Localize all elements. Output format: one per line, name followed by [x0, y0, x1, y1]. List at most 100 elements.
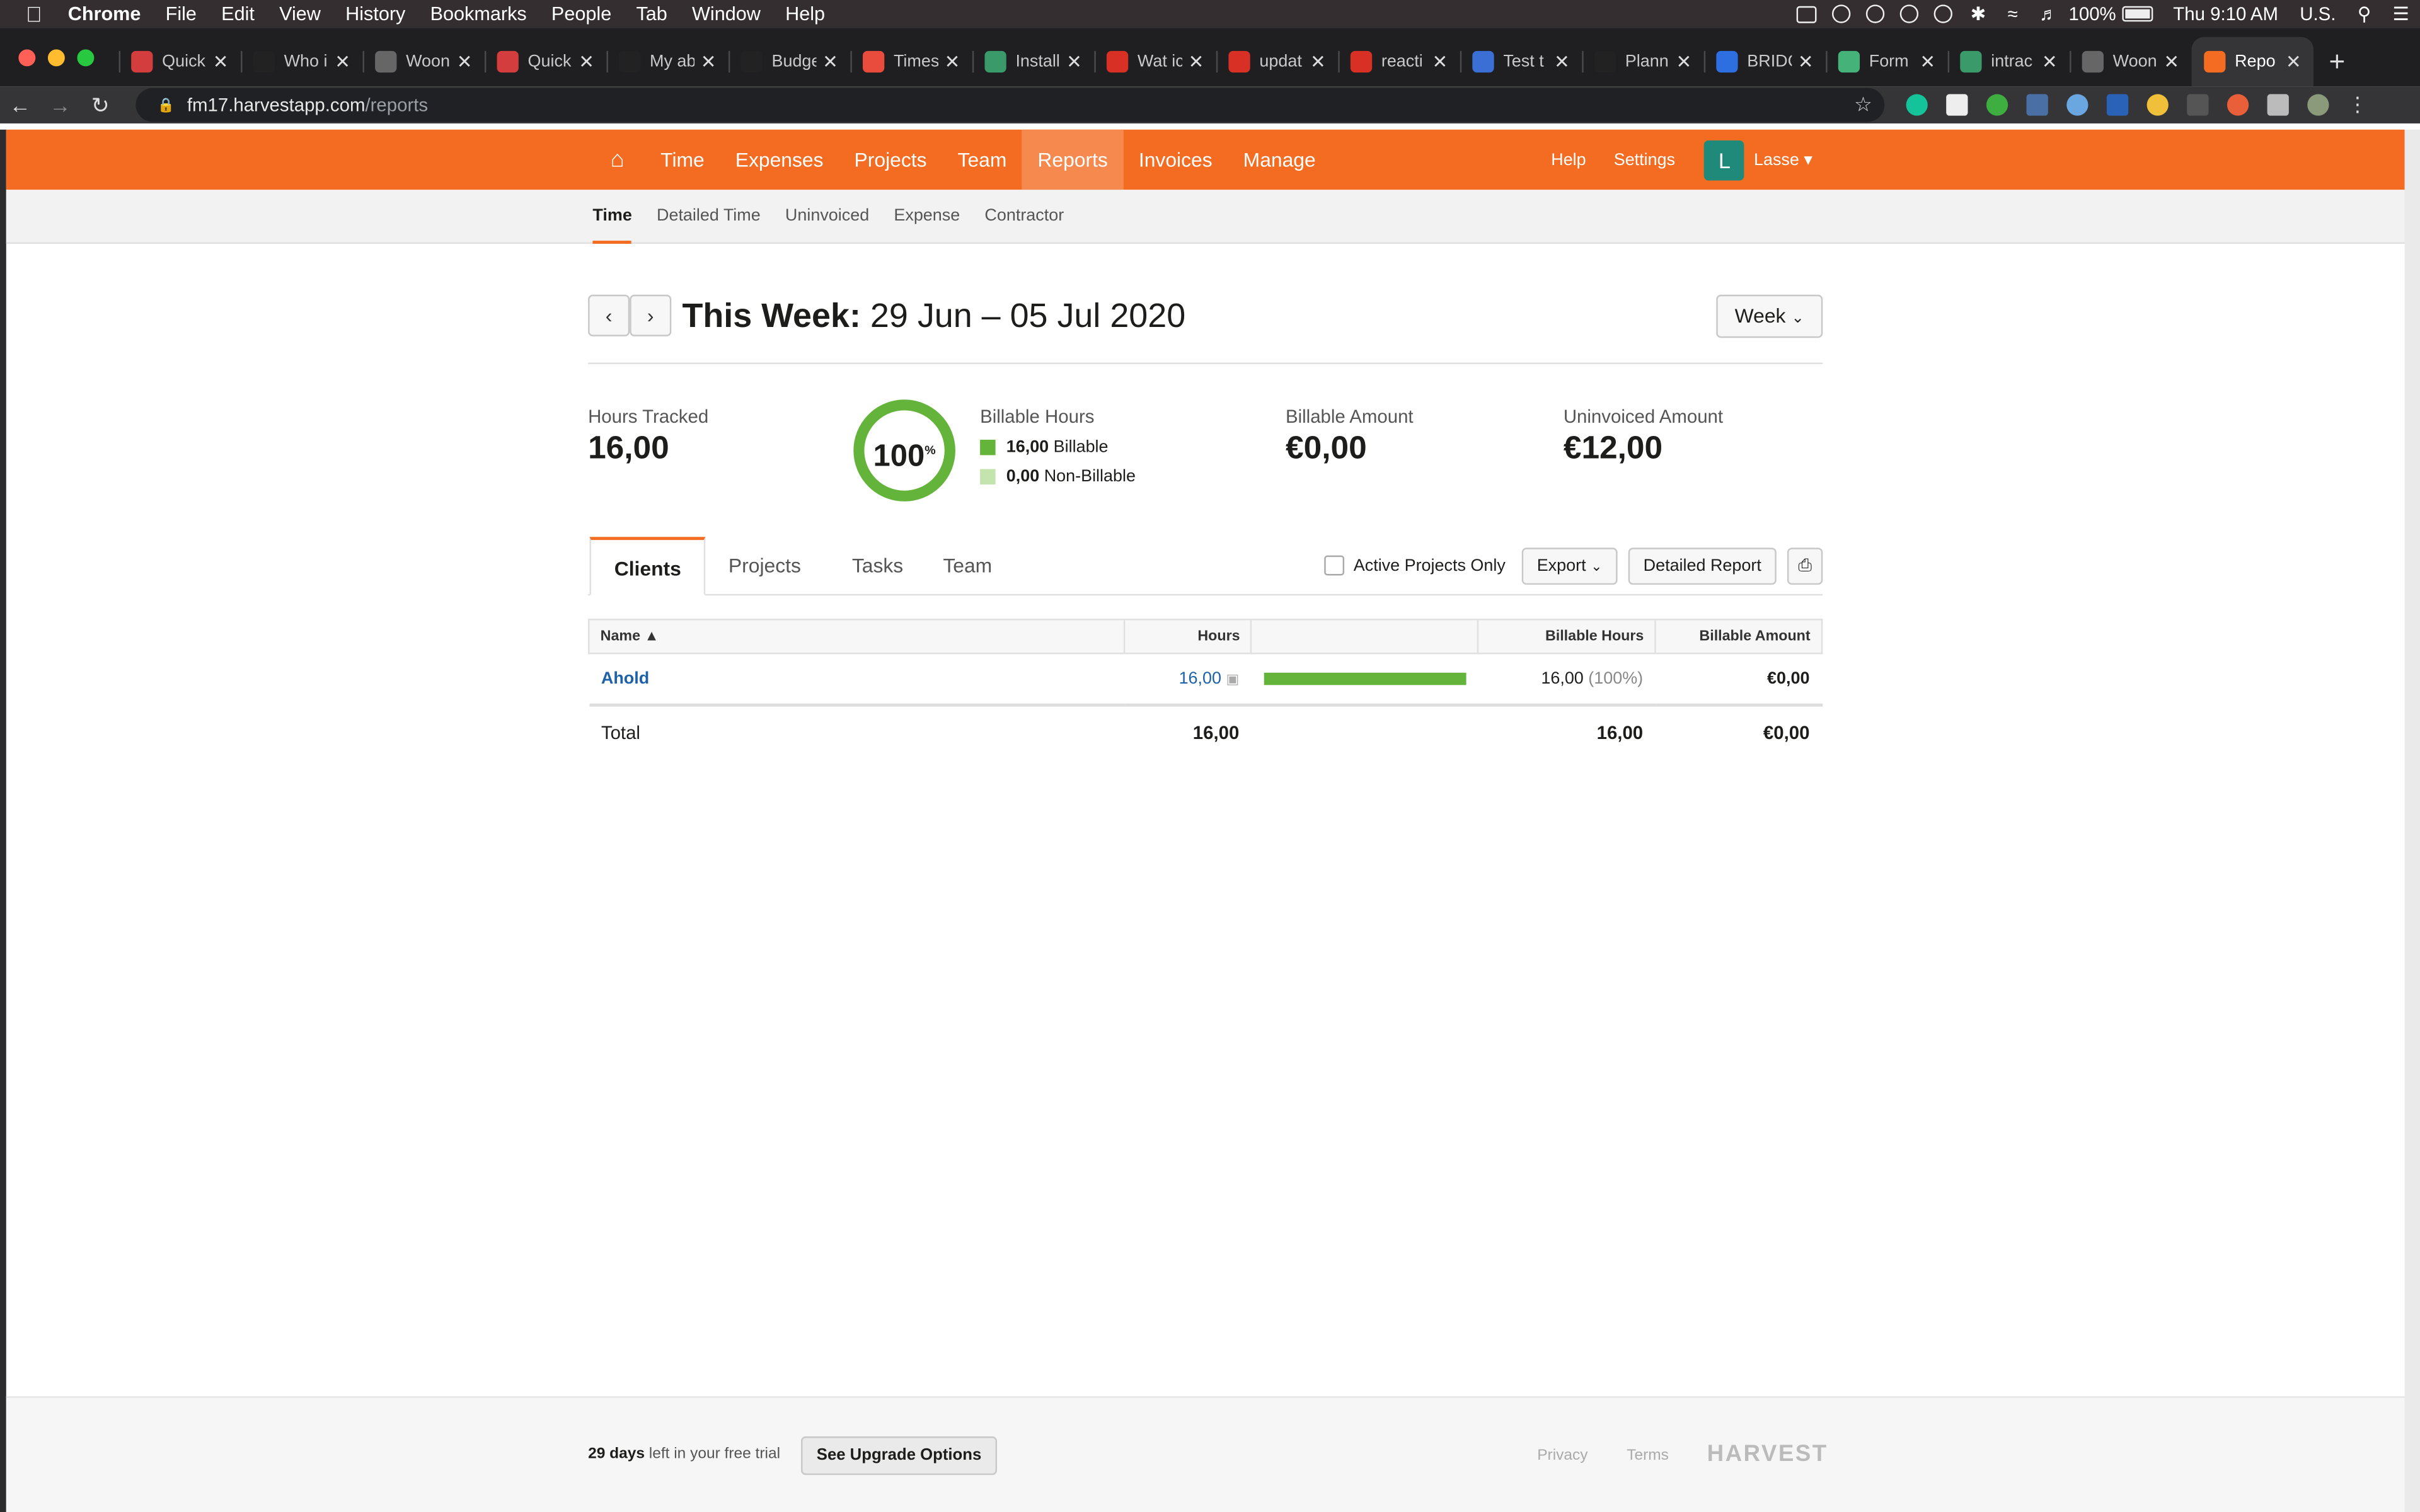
browser-tab[interactable]: Install ✕ — [972, 37, 1094, 86]
battery-icon[interactable] — [2122, 6, 2153, 22]
sync-icon[interactable] — [1865, 4, 1884, 23]
home-icon[interactable]: ⌂ — [590, 147, 645, 173]
minimize-window-button[interactable] — [47, 49, 65, 66]
reload-icon[interactable]: ↻ — [80, 92, 120, 118]
close-tab-icon[interactable]: ✕ — [945, 51, 960, 72]
upgrade-button[interactable]: See Upgrade Options — [801, 1436, 998, 1475]
browser-tab[interactable]: Test t ✕ — [1460, 37, 1582, 86]
lock-icon[interactable]: 🔒 — [158, 96, 175, 113]
nav-manage[interactable]: Manage — [1228, 130, 1331, 190]
close-tab-icon[interactable]: ✕ — [2042, 51, 2058, 72]
menu-help[interactable]: Help — [785, 3, 825, 25]
extension-icon[interactable] — [2187, 94, 2209, 116]
period-select[interactable]: Week ⌄ — [1716, 294, 1823, 338]
dropbox-icon[interactable] — [1831, 4, 1850, 23]
browser-tab[interactable]: updat ✕ — [1216, 37, 1338, 86]
menu-history[interactable]: History — [345, 3, 405, 25]
browser-tab[interactable]: Form ✕ — [1826, 37, 1947, 86]
menu-file[interactable]: File — [166, 3, 197, 25]
close-tab-icon[interactable]: ✕ — [1554, 51, 1570, 72]
nav-help[interactable]: Help — [1551, 151, 1586, 169]
print-icon[interactable]: ⎙ — [1787, 547, 1823, 585]
privacy-link[interactable]: Privacy — [1537, 1447, 1587, 1464]
column-name[interactable]: Name ▲ — [588, 619, 1126, 655]
apple-icon[interactable]:  — [0, 1, 68, 26]
browser-tab[interactable]: intrac ✕ — [1947, 37, 2070, 86]
subnav-uninvoiced[interactable]: Uninvoiced — [785, 190, 869, 244]
browser-tab[interactable]: Budge ✕ — [728, 37, 850, 86]
tab-projects[interactable]: Projects — [705, 537, 824, 595]
browser-tab[interactable]: Wat ic ✕ — [1094, 37, 1216, 86]
hours-link[interactable]: 16,00 — [1179, 669, 1221, 687]
close-tab-icon[interactable]: ✕ — [1920, 51, 1935, 72]
active-projects-checkbox[interactable] — [1324, 555, 1345, 576]
address-bar[interactable]: 🔒 fm17.harvestapp.com/reports ☆ — [135, 88, 1885, 122]
close-tab-icon[interactable]: ✕ — [1310, 51, 1326, 72]
browser-tab[interactable]: My ab ✕ — [606, 37, 728, 86]
column-hours[interactable]: Hours — [1124, 619, 1253, 655]
status-icon[interactable] — [1795, 5, 1816, 23]
previous-period-button[interactable]: ‹ — [588, 294, 630, 336]
close-tab-icon[interactable]: ✕ — [1189, 51, 1204, 72]
detailed-report-button[interactable]: Detailed Report — [1628, 547, 1777, 585]
close-tab-icon[interactable]: ✕ — [1676, 51, 1691, 72]
forward-icon[interactable]: → — [40, 93, 81, 117]
menu-app[interactable]: Chrome — [68, 3, 141, 25]
spotlight-icon[interactable]: ⚲ — [2358, 3, 2371, 25]
tab-team[interactable]: Team — [920, 537, 1015, 595]
browser-tab[interactable]: Plann ✕ — [1582, 37, 1703, 86]
browser-tab[interactable]: Woon ✕ — [2070, 37, 2191, 86]
close-tab-icon[interactable]: ✕ — [457, 51, 473, 72]
close-tab-icon[interactable]: ✕ — [701, 51, 717, 72]
subnav-expense[interactable]: Expense — [894, 190, 960, 244]
nav-expenses[interactable]: Expenses — [720, 130, 839, 190]
close-tab-icon[interactable]: ✕ — [1798, 51, 1814, 72]
input-source[interactable]: U.S. — [2300, 3, 2336, 25]
menu-people[interactable]: People — [551, 3, 611, 25]
nav-reports[interactable]: Reports — [1022, 129, 1124, 190]
new-tab-button[interactable]: + — [2329, 37, 2346, 86]
browser-tab[interactable]: Quick ✕ — [484, 37, 606, 86]
cloud-icon[interactable] — [1899, 4, 1918, 23]
notification-center-icon[interactable]: ☰ — [2393, 3, 2409, 25]
extension-icon[interactable] — [1986, 94, 2008, 116]
tab-clients[interactable]: Clients — [589, 537, 706, 596]
nav-team[interactable]: Team — [942, 130, 1022, 190]
close-tab-icon[interactable]: ✕ — [213, 51, 229, 72]
more-menu-icon[interactable]: ⋮ — [2348, 93, 2368, 115]
close-tab-icon[interactable]: ✕ — [2164, 51, 2179, 72]
browser-tab[interactable]: Who i ✕ — [241, 37, 362, 86]
menu-tab[interactable]: Tab — [636, 3, 667, 25]
subnav-detailed-time[interactable]: Detailed Time — [657, 190, 761, 244]
notion-icon[interactable] — [1946, 94, 1968, 116]
volume-icon[interactable]: ♬ — [2039, 3, 2058, 25]
extension-icon[interactable] — [2227, 94, 2249, 116]
terms-link[interactable]: Terms — [1627, 1447, 1669, 1464]
clock[interactable]: Thu 9:10 AM — [2173, 3, 2278, 25]
browser-tab[interactable]: Repo ✕ — [2191, 37, 2314, 87]
close-tab-icon[interactable]: ✕ — [2286, 51, 2302, 72]
subnav-time[interactable]: Time — [592, 190, 633, 244]
active-projects-toggle[interactable]: Active Projects Only — [1324, 555, 1506, 576]
browser-tab[interactable]: Times ✕ — [850, 37, 972, 86]
back-icon[interactable]: ← — [0, 93, 40, 117]
close-tab-icon[interactable]: ✕ — [822, 51, 838, 72]
menu-window[interactable]: Window — [692, 3, 761, 25]
extension-icon[interactable] — [2026, 94, 2048, 116]
close-window-button[interactable] — [18, 49, 36, 66]
extension-icon[interactable] — [2066, 94, 2089, 116]
browser-tab[interactable]: Woon ✕ — [362, 37, 485, 86]
nav-time[interactable]: Time — [645, 130, 720, 190]
nav-invoices[interactable]: Invoices — [1123, 130, 1228, 190]
browser-tab[interactable]: reacti ✕ — [1338, 37, 1460, 86]
close-tab-icon[interactable]: ✕ — [335, 51, 350, 72]
harvest-logo[interactable]: HARVEST — [1707, 1441, 1828, 1467]
zoom-window-button[interactable] — [77, 49, 95, 66]
bookmark-star-icon[interactable]: ☆ — [1854, 93, 1872, 117]
grammarly-icon[interactable] — [1906, 94, 1928, 116]
extension-icon[interactable] — [2146, 94, 2169, 116]
subnav-contractor[interactable]: Contractor — [984, 190, 1064, 244]
menu-edit[interactable]: Edit — [221, 3, 255, 25]
nav-settings[interactable]: Settings — [1614, 151, 1675, 169]
extension-icon[interactable] — [2106, 94, 2129, 116]
